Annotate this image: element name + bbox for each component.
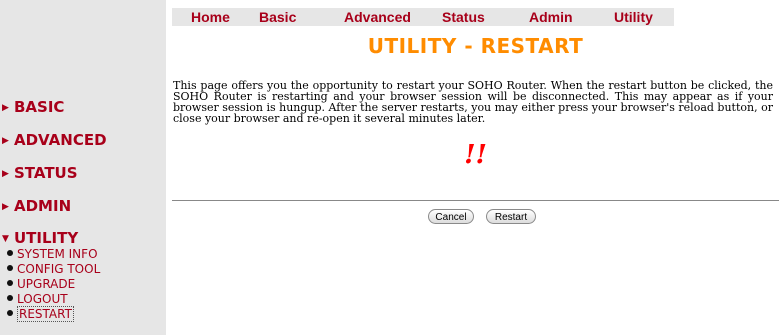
sidebar-item-label: ADMIN	[14, 197, 72, 215]
sidebar-subitem-label: LOGOUT	[17, 292, 68, 306]
top-navigation: Home Basic Advanced Status Admin Utility	[172, 8, 674, 26]
page-title: UTILITY - RESTART	[367, 34, 584, 58]
nav-advanced[interactable]: Advanced	[344, 8, 411, 26]
sidebar-subitem-label: CONFIG TOOL	[17, 262, 101, 276]
sidebar-subitem-restart[interactable]: RESTART	[7, 306, 74, 322]
sidebar-subitem-label: SYSTEM INFO	[17, 247, 98, 261]
sidebar: ▶ BASIC ▶ ADVANCED ▶ STATUS ▶ ADMIN ▼ UTILITY…	[0, 0, 166, 335]
sidebar-subitem-label: RESTART	[17, 306, 74, 322]
restart-button[interactable]: Restart	[486, 209, 536, 224]
arrow-right-icon: ▶	[2, 136, 9, 146]
sidebar-subitem-upgrade[interactable]: UPGRADE	[7, 277, 75, 291]
sidebar-item-label: BASIC	[14, 98, 65, 116]
sidebar-subitem-config-tool[interactable]: CONFIG TOOL	[7, 262, 100, 276]
sidebar-item-label: UTILITY	[14, 229, 79, 247]
arrow-right-icon: ▶	[2, 202, 9, 212]
sidebar-item-label: ADVANCED	[14, 131, 107, 149]
sidebar-subitem-logout[interactable]: LOGOUT	[7, 292, 68, 306]
sidebar-subitem-system-info[interactable]: SYSTEM INFO	[7, 247, 98, 261]
nav-admin[interactable]: Admin	[529, 8, 573, 26]
bullet-icon	[7, 295, 13, 301]
nav-status[interactable]: Status	[442, 8, 485, 26]
bullet-icon	[7, 310, 13, 316]
warning-marks: !!	[464, 140, 487, 170]
nav-utility[interactable]: Utility	[614, 8, 653, 26]
restart-description: This page offers you the opportunity to …	[173, 79, 773, 125]
sidebar-item-label: STATUS	[14, 164, 78, 182]
bullet-icon	[7, 265, 13, 271]
sidebar-item-advanced[interactable]: ▶ ADVANCED	[2, 131, 107, 149]
divider	[172, 200, 779, 201]
sidebar-subitem-label: UPGRADE	[17, 277, 76, 291]
sidebar-item-basic[interactable]: ▶ BASIC	[2, 98, 64, 116]
bullet-icon	[7, 280, 13, 286]
sidebar-item-status[interactable]: ▶ STATUS	[2, 164, 78, 182]
sidebar-item-admin[interactable]: ▶ ADMIN	[2, 197, 71, 215]
arrow-right-icon: ▶	[2, 169, 9, 179]
arrow-down-icon: ▼	[2, 234, 9, 244]
cancel-button[interactable]: Cancel	[428, 209, 474, 224]
sidebar-item-utility[interactable]: ▼ UTILITY	[2, 229, 78, 247]
nav-basic[interactable]: Basic	[259, 8, 296, 26]
arrow-right-icon: ▶	[2, 103, 9, 113]
nav-home[interactable]: Home	[191, 8, 230, 26]
bullet-icon	[7, 250, 13, 256]
